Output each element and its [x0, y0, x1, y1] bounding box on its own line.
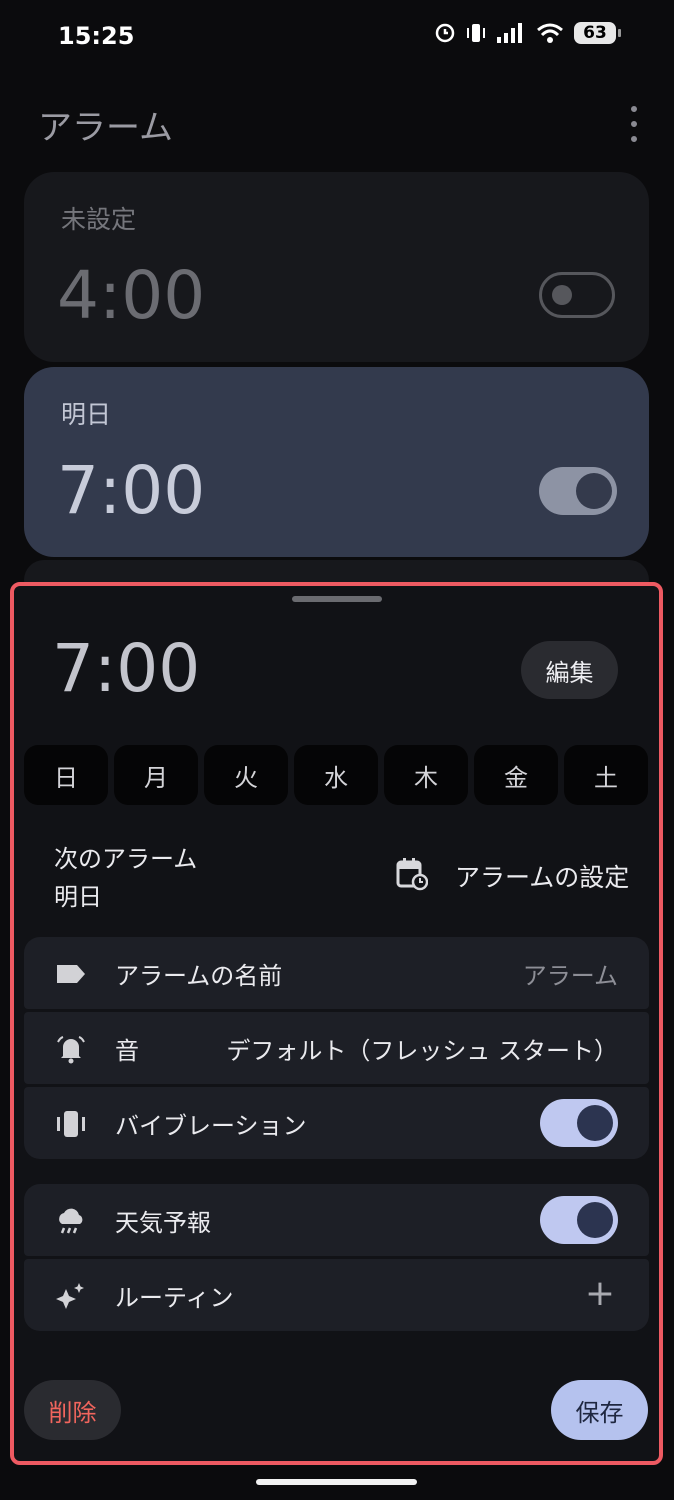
- day-saturday[interactable]: 土: [564, 745, 648, 805]
- alarm-name-value: アラーム: [522, 961, 618, 990]
- alarm-time: 4:00: [57, 257, 206, 334]
- vibrate-status-icon: [467, 24, 485, 42]
- next-alarm-value: 明日: [54, 883, 102, 911]
- day-sunday[interactable]: 日: [24, 745, 108, 805]
- next-alarm-info: 次のアラーム 明日: [54, 840, 197, 916]
- save-button[interactable]: 保存: [551, 1380, 648, 1440]
- weather-toggle[interactable]: [540, 1196, 618, 1244]
- status-icons: 63: [434, 22, 621, 44]
- alarm-toggle[interactable]: [539, 272, 615, 318]
- edit-button[interactable]: 編集: [521, 641, 618, 699]
- vibration-icon: [57, 1111, 85, 1137]
- alarm-card-2[interactable]: 明日 7:00: [24, 367, 649, 557]
- wifi-icon: [537, 23, 563, 43]
- signal-icon: [497, 23, 522, 43]
- day-wednesday[interactable]: 水: [294, 745, 378, 805]
- day-friday[interactable]: 金: [474, 745, 558, 805]
- sound-value: デフォルト（フレッシュ スタート）: [226, 1036, 618, 1065]
- home-indicator[interactable]: [256, 1479, 417, 1485]
- vibration-row[interactable]: バイブレーション: [24, 1087, 649, 1159]
- alarm-name-label: アラームの名前: [115, 961, 283, 990]
- sheet-drag-handle[interactable]: [292, 596, 382, 602]
- alarm-toggle[interactable]: [539, 467, 617, 515]
- alarm-time: 7:00: [57, 452, 206, 529]
- sound-label: 音: [115, 1036, 139, 1065]
- alarm-status-icon: [435, 23, 455, 43]
- day-thursday[interactable]: 木: [384, 745, 468, 805]
- next-alarm-label: 次のアラーム: [54, 845, 198, 873]
- bell-icon: [57, 1036, 85, 1064]
- day-tuesday[interactable]: 火: [204, 745, 288, 805]
- label-icon: [57, 965, 85, 983]
- page-title: アラーム: [38, 108, 173, 148]
- status-time: 15:25: [58, 22, 135, 50]
- weather-label: 天気予報: [115, 1208, 211, 1237]
- battery-indicator: 63: [574, 22, 621, 44]
- alarm-day-label: 明日: [61, 400, 112, 429]
- calendar-clock-icon[interactable]: [396, 857, 428, 891]
- delete-button[interactable]: 削除: [24, 1380, 121, 1440]
- alarm-day-label: 未設定: [61, 205, 137, 234]
- add-routine-button[interactable]: +: [585, 1273, 615, 1314]
- routine-row[interactable]: ルーティン +: [24, 1259, 649, 1331]
- alarm-card-1[interactable]: 未設定 4:00: [24, 172, 649, 362]
- sound-row[interactable]: 音 デフォルト（フレッシュ スタート）: [24, 1012, 649, 1084]
- alarm-name-row[interactable]: アラームの名前 アラーム: [24, 937, 649, 1009]
- set-alarm-link[interactable]: アラームの設定: [455, 858, 629, 894]
- weather-cloud-icon: [59, 1208, 83, 1234]
- routine-label: ルーティン: [115, 1283, 234, 1312]
- vibration-toggle[interactable]: [540, 1099, 618, 1147]
- sheet-alarm-time[interactable]: 7:00: [52, 630, 200, 707]
- weather-row[interactable]: 天気予報: [24, 1184, 649, 1256]
- day-monday[interactable]: 月: [114, 745, 198, 805]
- sparkle-icon: [56, 1283, 84, 1309]
- more-options-icon[interactable]: [620, 106, 648, 142]
- vibration-label: バイブレーション: [115, 1111, 307, 1140]
